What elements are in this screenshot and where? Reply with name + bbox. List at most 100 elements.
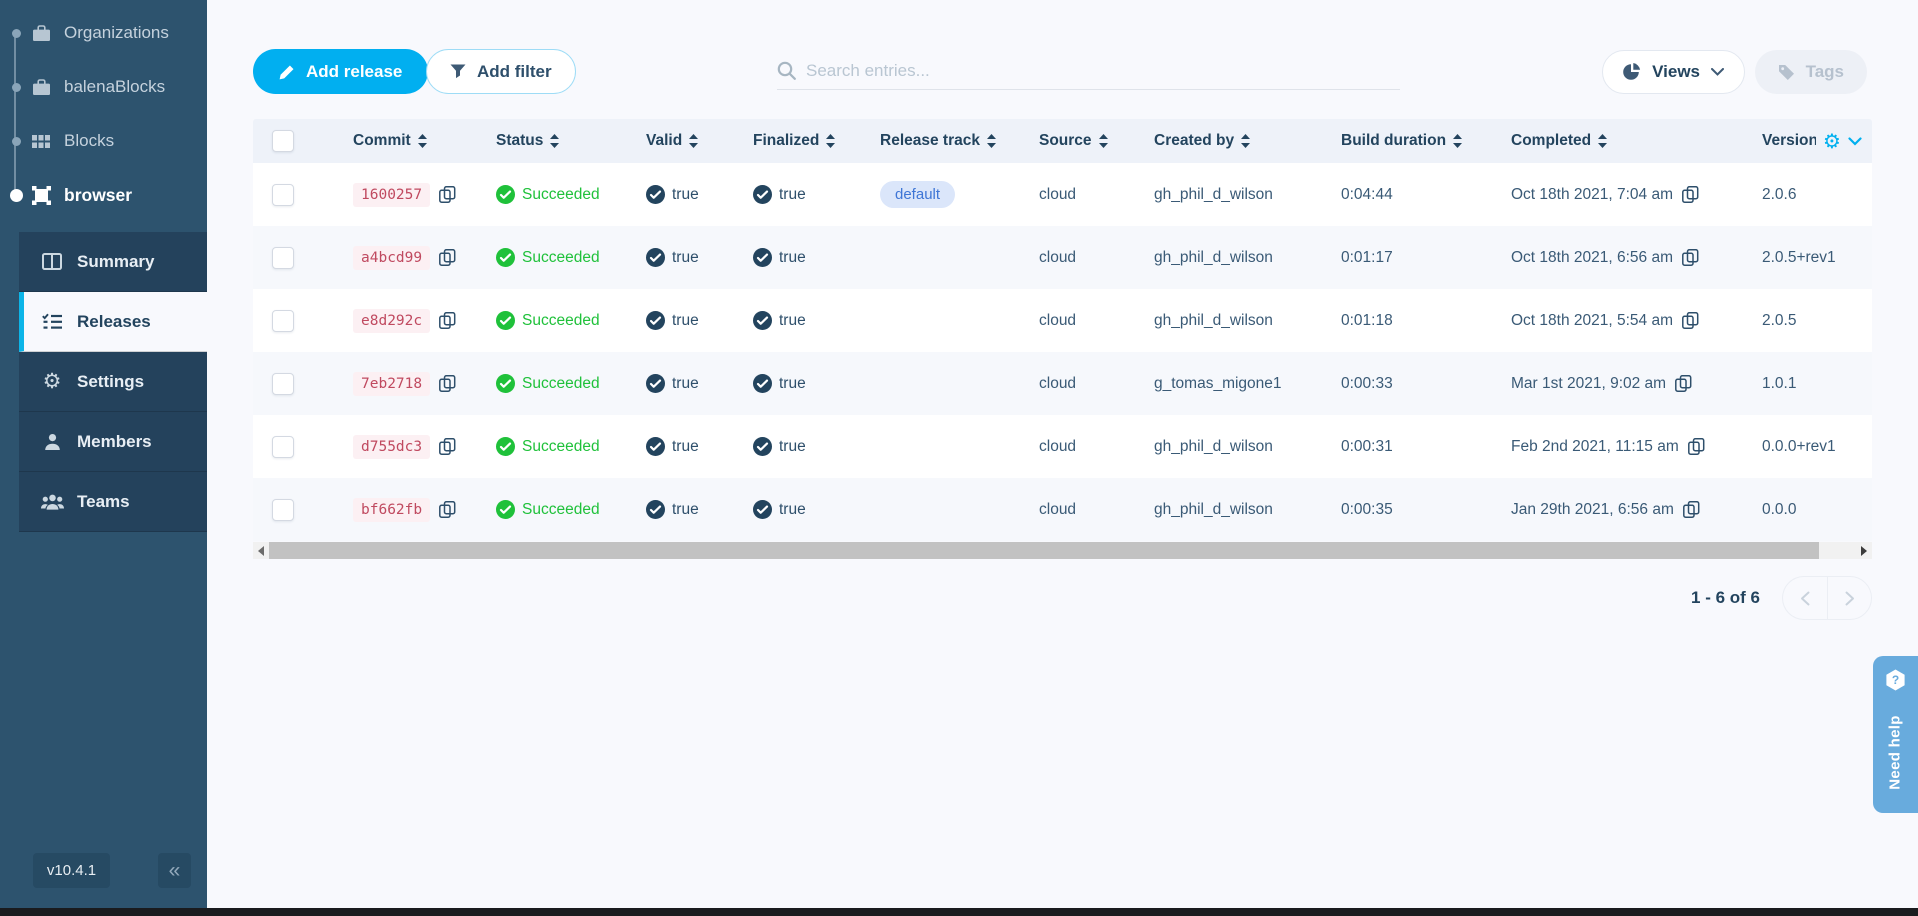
- sidebar-item-settings[interactable]: ⚙ Settings: [19, 352, 207, 412]
- add-filter-button[interactable]: Add filter: [426, 49, 576, 94]
- version-cell: 2.0.6: [1762, 186, 1872, 204]
- column-settings-gear-icon[interactable]: ⚙: [1823, 131, 1841, 151]
- completed-cell: Jan 29th 2021, 6:56 am: [1511, 501, 1762, 519]
- add-release-button[interactable]: Add release: [253, 49, 428, 94]
- valid-cell: true: [646, 311, 753, 330]
- sidebar-item-releases[interactable]: Releases: [19, 292, 207, 352]
- row-checkbox[interactable]: [272, 436, 294, 458]
- completed-cell: Oct 18th 2021, 5:54 am: [1511, 312, 1762, 330]
- svg-text:?: ?: [1892, 673, 1899, 687]
- row-checkbox[interactable]: [272, 184, 294, 206]
- sidebar-item-teams[interactable]: Teams: [19, 472, 207, 532]
- commit-hash[interactable]: d755dc3: [353, 435, 430, 459]
- column-expand-chevron-icon[interactable]: [1848, 137, 1862, 146]
- valid-text: true: [672, 501, 699, 519]
- sort-icon[interactable]: [1598, 134, 1607, 148]
- column-header-build-duration[interactable]: Build duration: [1341, 132, 1511, 150]
- table-row[interactable]: bf662fb Succeeded true true: [253, 478, 1872, 541]
- copy-icon[interactable]: [1675, 375, 1692, 392]
- sidebar-collapse-button[interactable]: «: [158, 853, 191, 888]
- sidebar-item-summary[interactable]: Summary: [19, 232, 207, 292]
- sort-icon[interactable]: [826, 134, 835, 148]
- help-hexagon-icon: ?: [1885, 669, 1906, 691]
- commit-hash[interactable]: 1600257: [353, 183, 430, 207]
- table-row[interactable]: a4bcd99 Succeeded true true: [253, 226, 1872, 289]
- commit-hash[interactable]: a4bcd99: [353, 246, 430, 270]
- sort-icon[interactable]: [987, 134, 996, 148]
- column-header-created-by[interactable]: Created by: [1154, 132, 1341, 150]
- copy-icon[interactable]: [439, 438, 456, 455]
- select-all-checkbox[interactable]: [272, 130, 294, 152]
- check-circle-icon: [646, 437, 665, 456]
- column-header-valid[interactable]: Valid: [646, 132, 753, 150]
- table-row[interactable]: 7eb2718 Succeeded true true: [253, 352, 1872, 415]
- column-header-version[interactable]: Version ⚙: [1762, 131, 1872, 151]
- commit-cell: d755dc3: [353, 435, 496, 459]
- sidebar-item-blocks[interactable]: Blocks: [0, 114, 207, 168]
- table-row[interactable]: e8d292c Succeeded true true: [253, 289, 1872, 352]
- status-text: Succeeded: [522, 312, 600, 330]
- sort-icon[interactable]: [550, 134, 559, 148]
- valid-cell: true: [646, 248, 753, 267]
- row-checkbox[interactable]: [272, 247, 294, 269]
- table-row[interactable]: d755dc3 Succeeded true true: [253, 415, 1872, 478]
- sort-icon[interactable]: [1099, 134, 1108, 148]
- copy-icon[interactable]: [439, 501, 456, 518]
- scroll-left-arrow[interactable]: [253, 542, 269, 559]
- sort-icon[interactable]: [418, 134, 427, 148]
- finalized-text: true: [779, 312, 806, 330]
- views-button[interactable]: Views: [1602, 50, 1745, 94]
- previous-page-button[interactable]: [1782, 576, 1827, 620]
- sort-icon[interactable]: [689, 134, 698, 148]
- column-header-commit[interactable]: Commit: [353, 132, 496, 150]
- scroll-right-arrow[interactable]: [1856, 542, 1872, 559]
- row-checkbox[interactable]: [272, 499, 294, 521]
- copy-icon[interactable]: [439, 186, 456, 203]
- sort-icon[interactable]: [1453, 134, 1462, 148]
- status-cell: Succeeded: [496, 185, 646, 204]
- source-cell: cloud: [1039, 501, 1154, 519]
- copy-icon[interactable]: [1688, 438, 1705, 455]
- dashboard-version-badge: v10.4.1: [33, 853, 110, 888]
- copy-icon[interactable]: [1682, 249, 1699, 266]
- row-checkbox[interactable]: [272, 310, 294, 332]
- sidebar-item-label: Organizations: [64, 23, 169, 43]
- column-header-finalized[interactable]: Finalized: [753, 132, 880, 150]
- commit-hash[interactable]: bf662fb: [353, 498, 430, 522]
- check-circle-icon: [753, 374, 772, 393]
- copy-icon[interactable]: [439, 375, 456, 392]
- sidebar-item-organizations[interactable]: Organizations: [0, 6, 207, 60]
- sort-icon[interactable]: [1241, 134, 1250, 148]
- tree-node-dot: [9, 83, 23, 92]
- table-row[interactable]: 1600257 Succeeded true true: [253, 163, 1872, 226]
- copy-icon[interactable]: [1683, 501, 1700, 518]
- sidebar-item-browser[interactable]: browser: [0, 168, 207, 222]
- need-help-tab[interactable]: ? Need help: [1873, 656, 1918, 813]
- sidebar-item-members[interactable]: Members: [19, 412, 207, 472]
- commit-hash[interactable]: e8d292c: [353, 309, 430, 333]
- copy-icon[interactable]: [1682, 312, 1699, 329]
- next-page-button[interactable]: [1827, 576, 1872, 620]
- column-header-release-track[interactable]: Release track: [880, 132, 1039, 150]
- main-content: Add release Add filter Views Tags Commit: [207, 0, 1918, 908]
- row-checkbox[interactable]: [272, 373, 294, 395]
- search-bar[interactable]: [777, 52, 1400, 90]
- copy-icon[interactable]: [439, 312, 456, 329]
- column-header-source[interactable]: Source: [1039, 132, 1154, 150]
- commit-hash[interactable]: 7eb2718: [353, 372, 430, 396]
- table-body: 1600257 Succeeded true true: [253, 163, 1872, 541]
- tree-node-dot-current: [9, 189, 23, 202]
- tags-button[interactable]: Tags: [1755, 50, 1867, 94]
- search-input[interactable]: [806, 61, 1400, 81]
- scrollbar-thumb[interactable]: [269, 542, 1819, 559]
- sidebar-item-balenablocks[interactable]: balenaBlocks: [0, 60, 207, 114]
- horizontal-scrollbar[interactable]: [253, 542, 1872, 559]
- valid-text: true: [672, 186, 699, 204]
- copy-icon[interactable]: [1682, 186, 1699, 203]
- column-header-completed[interactable]: Completed: [1511, 132, 1762, 150]
- completed-text: Oct 18th 2021, 5:54 am: [1511, 312, 1673, 330]
- valid-cell: true: [646, 185, 753, 204]
- column-header-status[interactable]: Status: [496, 132, 646, 150]
- copy-icon[interactable]: [439, 249, 456, 266]
- tree-node-dot: [9, 137, 23, 146]
